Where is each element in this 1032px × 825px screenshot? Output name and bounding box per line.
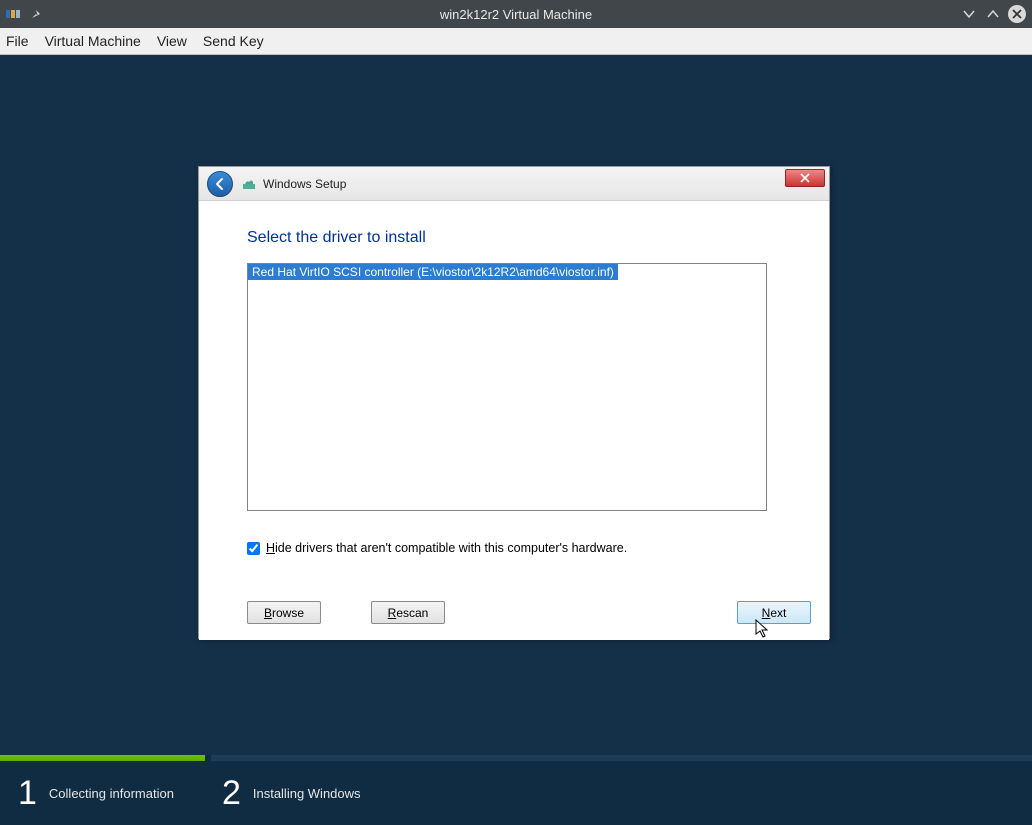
- step2-label: Installing Windows: [253, 786, 361, 801]
- driver-list-item[interactable]: Red Hat VirtIO SCSI controller (E:\viost…: [248, 264, 618, 280]
- dialog-titlebar[interactable]: Windows Setup: [199, 167, 829, 201]
- browse-button[interactable]: Browse: [247, 601, 321, 624]
- driver-listbox[interactable]: Red Hat VirtIO SCSI controller (E:\viost…: [247, 263, 767, 511]
- hide-incompatible-label: Hide drivers that aren't compatible with…: [266, 541, 627, 555]
- windows-setup-icon: [241, 176, 257, 192]
- progress-strip: [0, 755, 1032, 761]
- dialog-title: Windows Setup: [263, 177, 346, 191]
- menu-view[interactable]: View: [157, 33, 187, 49]
- host-minimize-button[interactable]: [960, 5, 978, 23]
- dialog-body: Select the driver to install Red Hat Vir…: [199, 201, 829, 640]
- mouse-cursor-icon: [755, 619, 769, 639]
- install-progress-bar: 1 Collecting information 2 Installing Wi…: [0, 755, 1032, 825]
- menu-send-key[interactable]: Send Key: [203, 33, 264, 49]
- progress-step1-fill: [0, 755, 205, 761]
- menu-file[interactable]: File: [6, 33, 29, 49]
- progress-step2-track: [211, 755, 1032, 761]
- host-menubar: File Virtual Machine View Send Key: [0, 28, 1032, 55]
- step1-label: Collecting information: [49, 786, 174, 801]
- step1-number: 1: [18, 774, 37, 813]
- host-window-title: win2k12r2 Virtual Machine: [0, 7, 1032, 22]
- guest-display[interactable]: Windows Setup Select the driver to insta…: [0, 55, 1032, 825]
- step2-number: 2: [222, 774, 241, 813]
- next-button[interactable]: Next: [737, 601, 811, 624]
- hide-incompatible-checkbox[interactable]: Hide drivers that aren't compatible with…: [247, 541, 781, 555]
- dialog-close-button[interactable]: [785, 169, 825, 187]
- virt-manager-icon: [6, 8, 22, 20]
- pin-icon[interactable]: [30, 8, 42, 20]
- host-close-button[interactable]: [1008, 5, 1026, 23]
- rescan-button[interactable]: Rescan: [371, 601, 445, 624]
- host-window-titlebar: win2k12r2 Virtual Machine: [0, 0, 1032, 28]
- host-maximize-button[interactable]: [984, 5, 1002, 23]
- back-button[interactable]: [207, 171, 233, 197]
- windows-setup-dialog: Windows Setup Select the driver to insta…: [198, 166, 830, 639]
- menu-virtual-machine[interactable]: Virtual Machine: [45, 33, 141, 49]
- dialog-heading: Select the driver to install: [247, 229, 781, 247]
- hide-incompatible-checkbox-input[interactable]: [247, 542, 260, 555]
